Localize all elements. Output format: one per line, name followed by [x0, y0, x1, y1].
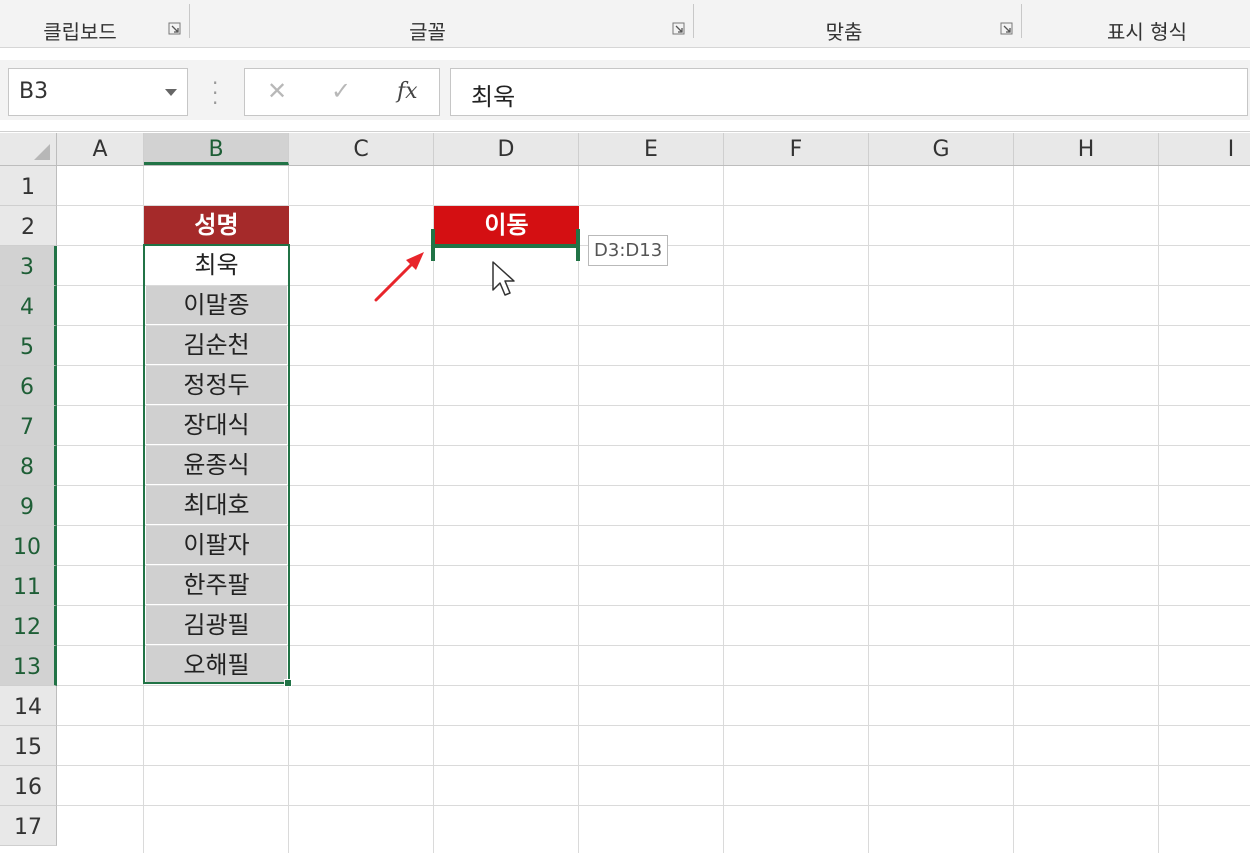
ribbon-group-alignment-label: 맞춤	[825, 20, 863, 44]
row-header-14[interactable]: 14	[0, 686, 57, 726]
ribbon-group-clipboard: 클립보드	[0, 0, 160, 44]
mouse-pointer-icon	[492, 261, 515, 296]
gridline	[868, 166, 869, 853]
formula-bar: B3 · · · ✕ ✓ fx 최욱	[0, 60, 1250, 120]
ribbon-group-font: 글꼴	[190, 0, 665, 44]
row-header-5[interactable]: 5	[0, 326, 57, 366]
gridline	[57, 685, 1250, 686]
drop-target-right-edge	[576, 229, 580, 261]
ribbon-group-clipboard-label: 클립보드	[43, 20, 117, 44]
row-header-8[interactable]: 8	[0, 446, 57, 486]
drop-target-outline	[434, 244, 579, 248]
gridline	[723, 166, 724, 853]
ribbon-group-number: 표시 형식	[1022, 0, 1250, 44]
row-header-2[interactable]: 2	[0, 206, 57, 246]
row-header-16[interactable]: 16	[0, 766, 57, 806]
row-header-11[interactable]: 11	[0, 566, 57, 606]
column-header-g[interactable]: G	[869, 133, 1014, 165]
column-header-b[interactable]: B	[144, 133, 289, 165]
gridline	[433, 166, 434, 853]
column-header-d[interactable]: D	[434, 133, 579, 165]
name-box-value: B3	[19, 79, 49, 104]
gridline	[57, 805, 1250, 806]
row-header-1[interactable]: 1	[0, 166, 57, 206]
formula-input[interactable]: 최욱	[450, 68, 1248, 116]
row-header-13[interactable]: 13	[0, 646, 57, 686]
check-icon[interactable]: ✓	[331, 77, 351, 105]
row-header-7[interactable]: 7	[0, 406, 57, 446]
drag-range-tooltip: D3:D13	[588, 235, 669, 266]
column-headers: A B C D E F G H I	[0, 133, 1250, 166]
row-header-9[interactable]: 9	[0, 486, 57, 526]
dialog-launcher-icon[interactable]	[672, 22, 686, 36]
column-header-c[interactable]: C	[289, 133, 434, 165]
gridline	[1013, 166, 1014, 853]
column-header-i[interactable]: I	[1159, 133, 1250, 165]
formula-input-value: 최욱	[471, 83, 516, 111]
column-header-h[interactable]: H	[1014, 133, 1159, 165]
fill-handle[interactable]	[284, 679, 292, 687]
formula-bar-area: B3 · · · ✕ ✓ fx 최욱	[0, 48, 1250, 132]
select-all-button[interactable]	[0, 133, 57, 165]
insert-function-icon[interactable]: fx	[397, 79, 418, 104]
gridline	[57, 765, 1250, 766]
gridline	[1158, 166, 1159, 853]
row-header-12[interactable]: 12	[0, 606, 57, 646]
row-header-3[interactable]: 3	[0, 246, 57, 286]
more-options-icon[interactable]: · · ·	[212, 73, 218, 113]
ribbon-group-labels: 클립보드 글꼴 맞춤 표시 형식	[0, 0, 1250, 48]
cell-d2[interactable]: 이동	[434, 206, 579, 244]
annotation-arrow-icon	[374, 252, 424, 302]
row-header-4[interactable]: 4	[0, 286, 57, 326]
ribbon-group-number-label: 표시 형식	[1107, 20, 1187, 44]
column-header-e[interactable]: E	[579, 133, 724, 165]
drop-target-left-edge	[431, 229, 435, 261]
cell-b2[interactable]: 성명	[144, 206, 289, 244]
column-header-f[interactable]: F	[724, 133, 869, 165]
chevron-down-icon[interactable]	[165, 89, 177, 96]
selection-range[interactable]	[143, 244, 290, 684]
dialog-launcher-icon[interactable]	[168, 22, 182, 36]
row-header-10[interactable]: 10	[0, 526, 57, 566]
name-box[interactable]: B3	[8, 68, 188, 116]
gridline	[578, 166, 579, 853]
row-header-15[interactable]: 15	[0, 726, 57, 766]
ribbon-group-font-label: 글꼴	[409, 20, 446, 44]
gridline	[57, 725, 1250, 726]
row-header-17[interactable]: 17	[0, 806, 57, 846]
formula-buttons: ✕ ✓ fx	[244, 68, 440, 116]
ribbon-group-alignment: 맞춤	[694, 0, 994, 44]
cancel-icon[interactable]: ✕	[267, 77, 287, 105]
dialog-launcher-icon[interactable]	[1000, 22, 1014, 36]
column-header-a[interactable]: A	[57, 133, 144, 165]
row-header-6[interactable]: 6	[0, 366, 57, 406]
